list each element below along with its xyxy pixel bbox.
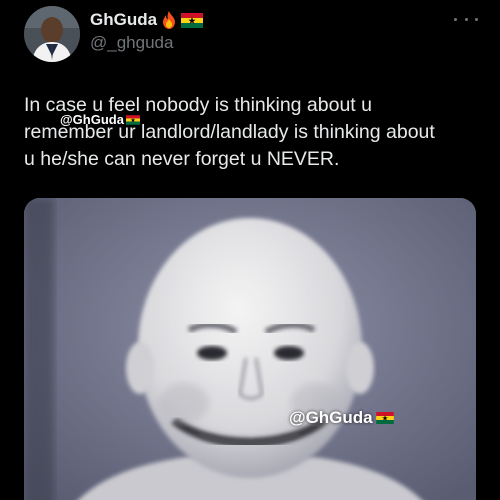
- avatar[interactable]: [24, 6, 80, 62]
- more-dot: [464, 17, 468, 21]
- more-dot: [475, 17, 478, 21]
- fire-icon: [161, 11, 177, 29]
- ghana-flag-icon: [125, 114, 140, 125]
- media-face-illustration: [24, 198, 476, 500]
- text-watermark-label: @GhGuda: [60, 112, 124, 127]
- media-watermark-label: @GhGuda: [289, 408, 373, 427]
- media-watermark: @GhGuda: [289, 408, 394, 428]
- more-options-icon[interactable]: [454, 14, 478, 24]
- post-text-line: u he/she can never forget u NEVER.: [24, 148, 340, 170]
- post-view: GhGuda @_ghguda In case u feel nobody is…: [0, 0, 500, 500]
- ghana-flag-icon: [375, 412, 394, 424]
- text-watermark: @GhGuda: [60, 112, 140, 127]
- ghana-flag-icon: [181, 12, 204, 28]
- more-dot: [454, 17, 457, 21]
- display-name[interactable]: GhGuda: [90, 10, 157, 30]
- author-name-row[interactable]: GhGuda: [90, 8, 204, 32]
- author-handle[interactable]: @_ghguda: [90, 33, 173, 53]
- post-text: In case u feel nobody is thinking about …: [24, 92, 484, 173]
- post-media-image[interactable]: @GhGuda: [24, 198, 476, 500]
- avatar-image: [24, 6, 80, 62]
